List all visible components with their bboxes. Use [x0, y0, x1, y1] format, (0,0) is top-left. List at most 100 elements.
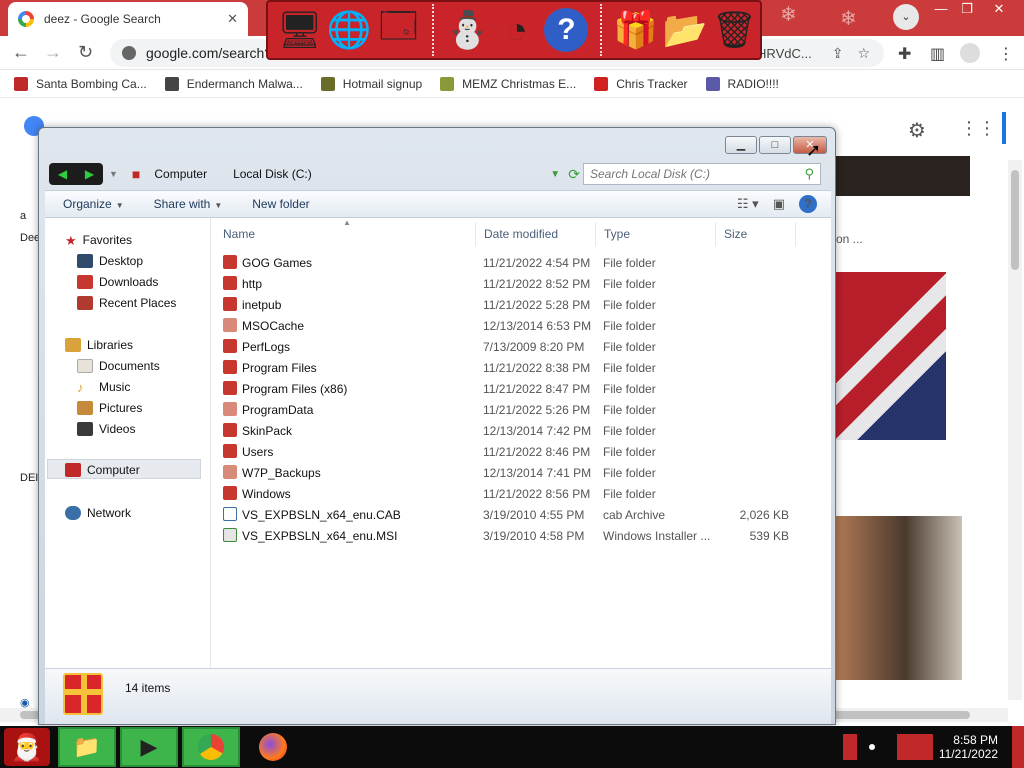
image-thumbnail[interactable] [836, 156, 970, 196]
file-row[interactable]: PerfLogs 7/13/2009 8:20 PM File folder [215, 336, 831, 357]
apps-grid-icon[interactable]: ⋮⋮ [960, 118, 996, 139]
file-row[interactable]: Program Files 11/21/2022 8:38 PM File fold… [215, 357, 831, 378]
share-icon[interactable]: ⇪ [832, 45, 844, 62]
column-header-date[interactable]: Date modified [484, 227, 558, 241]
globe-gadget-icon[interactable]: 🌐 [325, 4, 372, 56]
minimize-button[interactable]: ▁ [725, 136, 757, 154]
control-panel-gadget-icon[interactable]: 🗔 [375, 4, 422, 56]
file-row[interactable]: SkinPack 12/13/2014 7:42 PM File folder [215, 420, 831, 441]
share-with-button[interactable]: Share with ▼ [154, 197, 223, 211]
taskbar-media-player-icon[interactable]: ▶ [120, 727, 178, 767]
file-row[interactable]: VS_EXPBSLN_x64_enu.MSI 3/19/2010 4:58 PM W… [215, 525, 831, 546]
back-arrow-icon[interactable]: ◀ [58, 167, 67, 181]
recent-pages-chevron-icon[interactable]: ▼ [109, 169, 118, 179]
organize-button[interactable]: Organize ▼ [63, 197, 124, 211]
back-forward-buttons[interactable]: ◀ ▶ [49, 163, 103, 185]
breadcrumb-computer[interactable]: Computer [154, 167, 207, 181]
help-gadget-icon[interactable]: ? [543, 4, 590, 56]
bookmark-item[interactable]: RADIO!!!! [705, 76, 779, 91]
recycle-bin-gadget-icon[interactable]: 🗑 [711, 4, 758, 56]
file-row[interactable]: W7P_Backups 12/13/2014 7:41 PM File folder [215, 462, 831, 483]
search-box[interactable]: ⚲ [583, 163, 821, 185]
help-icon[interactable]: ? [799, 195, 817, 213]
file-row[interactable]: MSOCache 12/13/2014 6:53 PM File folder [215, 315, 831, 336]
tray-network-icon[interactable] [896, 734, 933, 760]
scrollbar-thumb[interactable] [1011, 170, 1019, 270]
folder-gadget-icon[interactable]: 📂 [661, 4, 708, 56]
file-row[interactable]: VS_EXPBSLN_x64_enu.CAB 3/19/2010 4:55 PM c… [215, 504, 831, 525]
show-desktop-button[interactable] [1012, 726, 1024, 768]
nav-videos[interactable]: Videos [77, 422, 135, 436]
reload-icon[interactable]: ↻ [78, 42, 93, 63]
column-divider[interactable] [595, 222, 596, 246]
file-row[interactable]: inetpub 11/21/2022 5:28 PM File folder [215, 294, 831, 315]
preview-pane-icon[interactable]: ▣ [773, 196, 785, 212]
nav-documents[interactable]: Documents [77, 359, 160, 373]
bookmark-item[interactable]: Hotmail signup [320, 76, 422, 91]
nav-network[interactable]: Network [65, 506, 131, 520]
breadcrumb-local-disk[interactable]: Local Disk (C:) [233, 167, 312, 181]
column-header-name[interactable]: Name [223, 227, 255, 241]
menu-kebab-icon[interactable]: ⋮ [998, 44, 1014, 64]
nav-favorites[interactable]: ★ Favorites [65, 233, 132, 248]
search-input[interactable] [590, 167, 805, 181]
bookmark-item[interactable]: MEMZ Christmas E... [440, 76, 576, 91]
profile-avatar-icon[interactable] [960, 43, 980, 63]
back-arrow-icon[interactable]: ← [12, 42, 30, 63]
file-row[interactable]: http 11/21/2022 8:52 PM File folder [215, 273, 831, 294]
nav-recent-places[interactable]: Recent Places [77, 296, 176, 310]
close-tab-icon[interactable]: ✕ [227, 11, 238, 27]
address-dropdown-icon[interactable]: ▼ [550, 169, 560, 180]
new-folder-button[interactable]: New folder [252, 197, 309, 211]
file-row[interactable]: GOG Games 11/21/2022 4:54 PM File folder [215, 252, 831, 273]
column-divider[interactable] [715, 222, 716, 246]
tray-flag-icon[interactable] [842, 734, 857, 760]
settings-gear-icon[interactable]: ⚙ [908, 118, 926, 143]
column-divider[interactable] [795, 222, 796, 246]
start-button-santa-icon[interactable]: 🎅 [4, 728, 50, 766]
snowman-gadget-icon[interactable]: ⛄ [444, 4, 491, 56]
bookmark-item[interactable]: Santa Bombing Ca... [14, 76, 147, 91]
nav-libraries[interactable]: Libraries [65, 338, 133, 352]
tab-search-chevron-icon[interactable]: ⌄ [893, 4, 919, 30]
extensions-puzzle-icon[interactable]: ✚ [898, 44, 911, 64]
gift-gadget-icon[interactable]: 🎁 [612, 4, 659, 56]
taskbar-chrome-icon[interactable] [182, 727, 240, 767]
nav-music[interactable]: ♪ Music [77, 380, 130, 395]
change-view-icon[interactable]: ☷ ▾ [737, 196, 759, 212]
file-row[interactable]: ProgramData 11/21/2022 5:26 PM File folder [215, 399, 831, 420]
pie-chart-gadget-icon[interactable]: ◔ [493, 4, 540, 56]
image-thumbnail[interactable] [836, 272, 946, 440]
file-row[interactable]: Users 11/21/2022 8:46 PM File folder [215, 441, 831, 462]
bookmark-item[interactable]: Endermanch Malwa... [164, 76, 303, 91]
computer-gadget-icon[interactable]: 🖥 [276, 4, 323, 56]
image-thumbnail[interactable] [836, 516, 962, 680]
forward-arrow-icon[interactable]: ▶ [85, 167, 94, 181]
maximize-button[interactable]: □ [759, 136, 791, 154]
nav-desktop[interactable]: Desktop [77, 254, 143, 268]
search-icon[interactable]: ⚲ [804, 166, 814, 182]
close-window-icon[interactable]: ✕ [984, 0, 1014, 18]
taskbar-explorer-icon[interactable]: 📁 [58, 727, 116, 767]
page-vertical-scrollbar[interactable] [1008, 160, 1022, 700]
side-panel-icon[interactable]: ▥ [930, 44, 945, 64]
forward-arrow-icon[interactable]: → [44, 42, 62, 63]
browser-tab[interactable]: deez - Google Search ✕ [8, 2, 248, 36]
nav-pictures[interactable]: Pictures [77, 401, 142, 415]
navigation-pane: ★ Favorites Desktop Downloads Recent Plac… [45, 218, 211, 668]
clock[interactable]: 8:58 PM 11/21/2022 [939, 733, 998, 761]
bookmark-favicon-icon [320, 76, 335, 91]
taskbar-firefox-icon[interactable] [244, 727, 302, 767]
bookmark-star-icon[interactable]: ☆ [857, 45, 870, 62]
file-row[interactable]: Program Files (x86) 11/21/2022 8:47 PM Fil… [215, 378, 831, 399]
refresh-icon[interactable]: ⟳ [568, 166, 580, 183]
column-header-size[interactable]: Size [724, 227, 747, 241]
nav-downloads[interactable]: Downloads [77, 275, 158, 289]
nav-computer[interactable]: Computer [65, 463, 140, 477]
column-divider[interactable] [475, 222, 476, 246]
bookmark-item[interactable]: Chris Tracker [594, 76, 688, 91]
file-row[interactable]: Windows 11/21/2022 8:56 PM File folder [215, 483, 831, 504]
restore-icon[interactable]: ❐ [952, 0, 982, 18]
column-header-type[interactable]: Type [604, 227, 630, 241]
explorer-address-bar[interactable]: ■ Computer Local Disk (C:) ▼ ⟳ [132, 162, 580, 186]
